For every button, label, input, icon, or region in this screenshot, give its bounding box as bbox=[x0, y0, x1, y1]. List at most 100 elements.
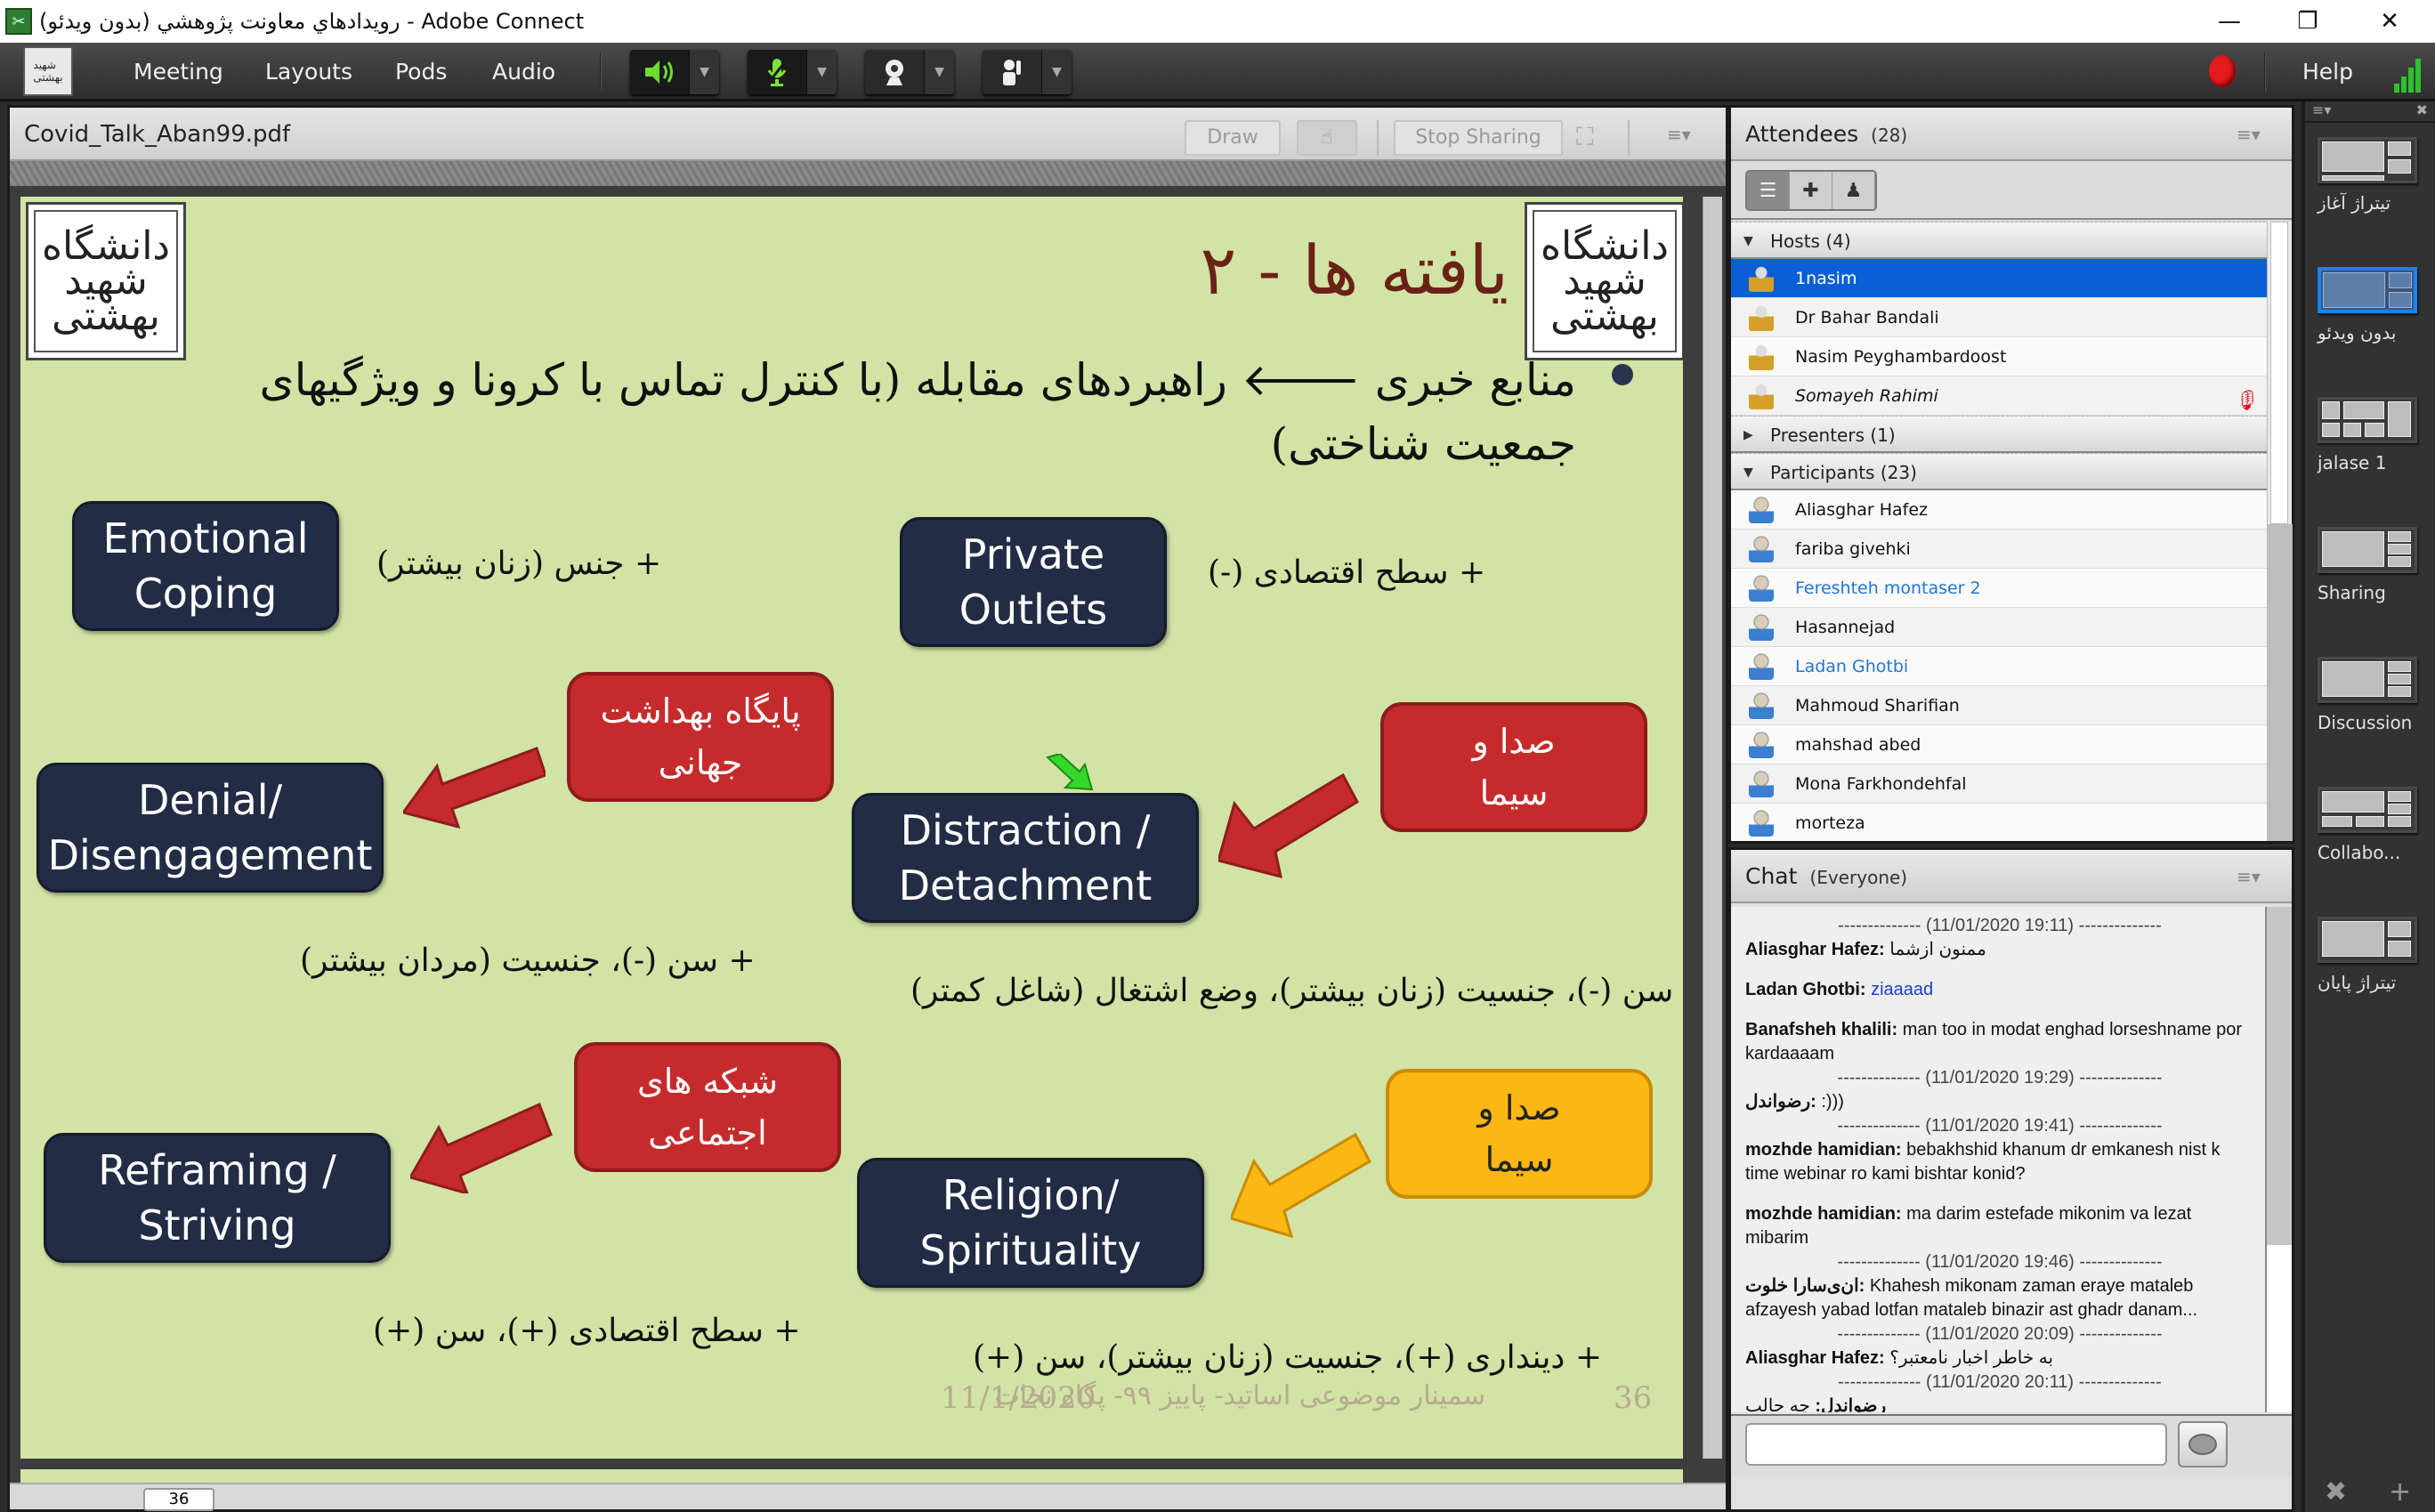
participant-icon bbox=[1749, 536, 1774, 562]
speaker-on-icon[interactable] bbox=[630, 50, 689, 94]
menu-pods[interactable]: Pods bbox=[395, 43, 447, 101]
pointer-tool-button[interactable]: ☝ bbox=[1297, 120, 1357, 156]
layout-name: Collabo... bbox=[2318, 842, 2401, 863]
menu-audio[interactable]: Audio bbox=[492, 43, 555, 101]
chat-options-menu-icon[interactable]: ≡▾ bbox=[2237, 866, 2267, 887]
chat-scrollbar[interactable] bbox=[2265, 907, 2292, 1412]
attendee-row[interactable]: Dr Bahar Bandali bbox=[1731, 298, 2270, 337]
webcam-button[interactable]: ▼ bbox=[865, 50, 954, 94]
microphone-muted-icon[interactable] bbox=[748, 50, 806, 94]
chat-text: :))) bbox=[1816, 1092, 1844, 1112]
layout-item[interactable]: تیتراژ پایان bbox=[2318, 917, 2421, 993]
organization-logo: شهید بهشتی bbox=[23, 46, 73, 96]
attendee-name: Fereshteh montaser 2 bbox=[1795, 578, 1981, 598]
attendee-row[interactable]: 1nasim bbox=[1731, 259, 2270, 298]
send-message-button[interactable] bbox=[2178, 1421, 2228, 1468]
draw-button[interactable]: Draw bbox=[1185, 120, 1281, 156]
attendee-row[interactable]: Hasannejad bbox=[1731, 608, 2270, 647]
speaker-button[interactable]: ▼ bbox=[630, 50, 719, 94]
participant-icon bbox=[1749, 810, 1774, 837]
group-hosts[interactable]: ▼ Hosts (4) bbox=[1731, 222, 2270, 259]
attendee-row[interactable]: Mahmoud Sharifian bbox=[1731, 686, 2270, 725]
attendee-row[interactable]: Fereshteh montaser 2 bbox=[1731, 569, 2270, 608]
scrollbar-thumb[interactable] bbox=[2270, 222, 2288, 524]
participant-icon bbox=[1749, 575, 1774, 602]
attendee-row[interactable]: Somayeh Rahimi 🎙 bbox=[1731, 376, 2270, 416]
close-icon[interactable]: ✕ bbox=[2350, 0, 2430, 43]
record-indicator-icon[interactable] bbox=[2209, 55, 2236, 87]
note-denial-disengagement: + سن (-)، جنسیت (مردان بیشتر) bbox=[300, 942, 756, 979]
group-participants[interactable]: ▼ Participants (23) bbox=[1731, 453, 2270, 490]
attendees-options-menu-icon[interactable]: ≡▾ bbox=[2237, 124, 2267, 145]
chat-input-bar bbox=[1731, 1414, 2292, 1476]
chat-message-input[interactable] bbox=[1745, 1423, 2167, 1466]
layout-thumbnail-icon bbox=[2318, 787, 2417, 833]
minimize-icon[interactable]: — bbox=[2189, 0, 2269, 43]
chat-timestamp-divider: -------------- (11/01/2020 20:09) ------… bbox=[1837, 1324, 2163, 1344]
speaker-dropdown-chevron-icon[interactable]: ▼ bbox=[689, 50, 719, 94]
scrollbar-thumb[interactable] bbox=[2267, 1245, 2292, 1412]
attendee-row[interactable]: mahshad abed bbox=[1731, 725, 2270, 764]
raise-hand-button[interactable]: ▼ bbox=[983, 50, 1072, 94]
attendee-row[interactable]: Ladan Ghotbi bbox=[1731, 647, 2270, 686]
attendee-list-scrollbar[interactable] bbox=[2267, 222, 2293, 841]
layout-item[interactable]: تیتراژ آغاز bbox=[2318, 137, 2421, 214]
stop-sharing-button[interactable]: Stop Sharing bbox=[1394, 120, 1563, 156]
add-layout-icon[interactable]: + bbox=[2389, 1476, 2411, 1508]
webcam-icon[interactable] bbox=[865, 50, 924, 94]
list-view-icon[interactable]: ☰ bbox=[1747, 172, 1790, 209]
layouts-menu-icon[interactable]: ≡▾ bbox=[2312, 101, 2331, 118]
expanded-triangle-icon: ▼ bbox=[1743, 465, 1753, 480]
menu-layouts[interactable]: Layouts bbox=[265, 43, 352, 101]
attendee-row[interactable]: Aliasghar Hafez bbox=[1731, 490, 2270, 530]
menu-meeting[interactable]: Meeting bbox=[133, 43, 223, 101]
strategy-box-denial-disengagement: Denial/Disengagement bbox=[36, 763, 384, 893]
breakout-view-icon[interactable]: ✚ bbox=[1790, 172, 1832, 209]
chat-sender: Aliasghar Hafez: bbox=[1745, 1348, 1885, 1368]
status-view-icon[interactable]: ♟ bbox=[1832, 172, 1875, 209]
layout-thumbnail-icon bbox=[2318, 397, 2417, 443]
layout-item[interactable]: Discussion bbox=[2318, 657, 2421, 733]
layout-thumbnail-icon bbox=[2318, 527, 2417, 573]
source-box-irib-yellow: صدا و سیما bbox=[1386, 1069, 1653, 1199]
layout-item[interactable]: Sharing bbox=[2318, 527, 2421, 603]
attendee-row[interactable]: fariba givehki bbox=[1731, 530, 2270, 569]
pod-options-menu-icon[interactable]: ≡▾ bbox=[1667, 124, 1697, 145]
share-pod-scrollbar[interactable] bbox=[1703, 197, 1722, 1459]
adobe-connect-app-icon: ✂ bbox=[5, 8, 32, 35]
page-number-field[interactable]: 36 bbox=[143, 1488, 214, 1511]
microphone-button[interactable]: ▼ bbox=[748, 50, 837, 94]
layout-item[interactable]: بدون ویدئو bbox=[2318, 267, 2421, 344]
attendee-row[interactable]: Mona Farkhondehfal bbox=[1731, 764, 2270, 804]
help-menu[interactable]: Help bbox=[2302, 43, 2353, 101]
bullet-dot-icon bbox=[1612, 364, 1633, 385]
attendee-name: mahshad abed bbox=[1795, 735, 1921, 755]
fullscreen-icon[interactable]: ⛶ bbox=[1576, 122, 1606, 154]
layout-item[interactable]: Collabo... bbox=[2318, 787, 2421, 863]
arrow-irib-to-distraction bbox=[1218, 772, 1359, 879]
attendee-name: morteza bbox=[1795, 813, 1865, 833]
source-box-who: پایگاه بهداشت جهانی bbox=[567, 672, 834, 802]
attendee-name: Hasannejad bbox=[1795, 618, 1896, 637]
note-emotional-coping: + جنس (زنان بیشتر) bbox=[376, 546, 662, 582]
webcam-dropdown-chevron-icon[interactable]: ▼ bbox=[924, 50, 954, 94]
raise-hand-icon[interactable] bbox=[983, 50, 1041, 94]
chat-timestamp-divider: -------------- (11/01/2020 19:46) ------… bbox=[1837, 1252, 2163, 1272]
microphone-dropdown-chevron-icon[interactable]: ▼ bbox=[806, 50, 837, 94]
layout-item[interactable]: jalase 1 bbox=[2318, 397, 2421, 473]
attendee-name: Aliasghar Hafez bbox=[1795, 500, 1928, 520]
host-mobile-icon bbox=[1749, 265, 1774, 292]
status-dropdown-chevron-icon[interactable]: ▼ bbox=[1041, 50, 1072, 94]
restore-icon[interactable]: ❐ bbox=[2268, 0, 2348, 43]
chat-timestamp-divider: -------------- (11/01/2020 19:29) ------… bbox=[1837, 1068, 2163, 1088]
chat-timestamp-divider: -------------- (11/01/2020 19:11) ------… bbox=[1838, 916, 2162, 935]
attendee-row[interactable]: Nasim Peyghambardoost bbox=[1731, 337, 2270, 376]
bullet-line-1: منابع خبری 🡐 راهبردهای مقابله (با کنترل … bbox=[259, 354, 1576, 406]
group-presenters[interactable]: ▶ Presenters (1) bbox=[1731, 416, 2270, 453]
layouts-bar-footer: ✖ + bbox=[2305, 1476, 2435, 1512]
attendee-row[interactable]: morteza bbox=[1731, 804, 2270, 841]
scrollbar-track[interactable] bbox=[2268, 524, 2293, 841]
manage-layouts-icon[interactable]: ✖ bbox=[2325, 1476, 2347, 1508]
layouts-bar-close-icon[interactable]: ✖ bbox=[2416, 101, 2428, 118]
chat-text: ممنون ازشما bbox=[1884, 940, 1986, 959]
